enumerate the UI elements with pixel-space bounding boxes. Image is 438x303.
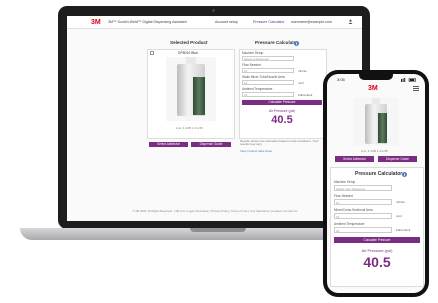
field-label: Machine Setup — [334, 180, 356, 184]
nozzle-area-input[interactable]: 10 — [242, 79, 294, 85]
laptop-screen: 3M 3M™ Scotch-Weld™ Digital Dispensing A… — [67, 16, 362, 221]
calculator-card: Machine Setup Select a Dispenser Flow Ne… — [239, 49, 327, 139]
temperature-unit: Fahrenheit — [298, 92, 313, 97]
phone-result-value: 40.5 — [363, 254, 391, 270]
pressure-calculator-heading: Pressure Calculator — [255, 40, 299, 45]
nav-pressure-calculator[interactable]: Pressure Calculator — [253, 20, 285, 24]
nav-user-account[interactable]: username@example.com — [291, 20, 332, 24]
flow-needed-input[interactable]: 10 — [242, 67, 294, 73]
phone-dispense-guide-button[interactable]: Dispense Guide — [378, 156, 417, 162]
phone-calculator-card: Pressure Calculator Machine Setup Select… — [330, 167, 424, 287]
phone-calculate-pressure-button[interactable]: Calculate Pressure — [334, 237, 420, 243]
phone-calculator-heading: Pressure Calculator — [355, 171, 403, 177]
results-note: Results shown are estimates based on lab… — [240, 139, 319, 147]
flow-unit: ml/min — [298, 68, 307, 73]
status-time: 3:05 — [337, 77, 345, 82]
menu-icon[interactable] — [413, 86, 419, 91]
product-checkbox[interactable] — [150, 51, 154, 55]
phone-area-unit: mm² — [396, 214, 402, 218]
app-title: 3M™ Scotch-Weld™ Digital Dispensing Assi… — [108, 19, 187, 24]
info-icon[interactable] — [294, 40, 299, 46]
phone-notch — [359, 74, 393, 80]
nav-account-setup[interactable]: Account setup — [215, 20, 238, 24]
phone-temperature-unit: Fahrenheit — [396, 228, 411, 232]
phone-nozzle-area-input[interactable]: 12 — [334, 212, 392, 219]
result-value: 40.5 — [271, 114, 293, 126]
phone-screen: 3:05 3M 2-pt, 1:1/45 1:1:1/45 Select Adh… — [327, 74, 425, 293]
user-icon[interactable] — [348, 19, 353, 24]
field-label: Flow Needed — [242, 63, 261, 67]
brand-logo[interactable]: 3M — [91, 19, 101, 26]
dispense-guide-button[interactable]: Dispense Guide — [191, 142, 231, 147]
phone-brand-logo[interactable]: 3M — [368, 85, 378, 92]
data-sheet-link[interactable]: View product data sheet — [240, 149, 272, 153]
product-image — [166, 57, 216, 121]
phone-product-image — [354, 98, 398, 146]
phone-flow-unit: ml/min — [396, 200, 405, 204]
phone-result-label: Air Pressure (psi) — [361, 248, 393, 253]
phone-select-adhesive-button[interactable]: Select Adhesive — [335, 156, 374, 162]
temperature-input[interactable]: 23 — [242, 91, 294, 97]
phone-temperature-input[interactable]: 23 — [334, 226, 392, 233]
laptop-notch — [190, 228, 246, 232]
page-footer: © 3M 2023. All Rights Reserved. | 3M.com… — [132, 209, 298, 213]
product-card: DP8010 Blue 2-pt, 1:1/45 1:1:1/45 — [147, 49, 235, 139]
field-label: Mixer/Cross-Sectional Area — [334, 208, 373, 212]
field-label: Flow Needed — [334, 194, 353, 198]
result-label: Air Pressure (psi) — [268, 109, 296, 113]
info-icon[interactable] — [402, 171, 407, 177]
field-label: Static Mixer Tube/Nozzle Area — [242, 75, 285, 79]
area-unit: mm² — [298, 80, 304, 85]
phone-machine-setup-select[interactable]: Select Your Dispenser — [334, 184, 392, 191]
product-caption: 2-pt, 1:1/45 1:1:1/45 — [176, 126, 203, 130]
battery-icon — [401, 77, 416, 82]
calculate-pressure-button[interactable]: Calculate Pressure — [242, 100, 322, 105]
select-adhesive-button[interactable]: Select Adhesive — [149, 142, 188, 147]
field-label: Ambient Temperature — [242, 87, 273, 91]
machine-setup-select[interactable]: Select a Dispenser — [242, 55, 294, 61]
selected-product-heading: Selected Product — [170, 40, 208, 45]
phone-product-caption: 2-pt, 1:1/45 1:1:1/45 — [361, 149, 388, 153]
laptop-camera — [212, 9, 215, 12]
field-label: Machine Setup — [242, 51, 264, 55]
product-name: DP8010 Blue — [178, 51, 198, 55]
phone-flow-needed-input[interactable]: 10 — [334, 198, 392, 205]
top-nav-bar: 3M 3M™ Scotch-Weld™ Digital Dispensing A… — [67, 16, 362, 29]
field-label: Ambient Temperature — [334, 222, 365, 226]
